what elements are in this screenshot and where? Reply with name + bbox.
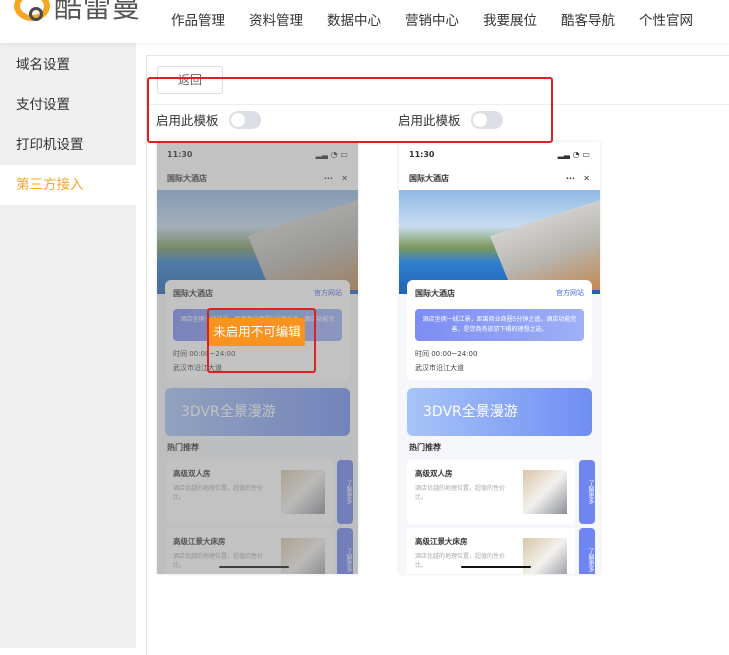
hotel-card: 国际大酒店 官方网站 酒店坐拥一线江景，距离商业商圈5分钟之遥。酒店功能完善，是…	[407, 280, 592, 380]
logo[interactable]: 酷雷曼	[14, 0, 141, 26]
official-site-link: 官方网站	[556, 289, 584, 297]
close-icon: ✕	[583, 173, 590, 183]
top-header: 酷雷曼 作品管理 资料管理 数据中心 营销中心 我要展位 酷客导航 个性官网	[0, 0, 729, 43]
nav-works[interactable]: 作品管理	[171, 9, 225, 29]
logo-icon	[14, 0, 50, 21]
learn-more-button: 了解更多	[579, 460, 595, 524]
signal-battery-icon: ▂▃ ◔ ▭	[557, 149, 590, 159]
room-desc: 酒店优越的地理位置，超值的性价比。	[415, 485, 506, 501]
status-time: 11:30	[409, 149, 435, 159]
status-bar: 11:30 ▂▃ ◔ ▭	[399, 142, 600, 166]
room-image	[523, 470, 567, 514]
learn-more-button: 了解更多	[579, 528, 595, 574]
nav-website[interactable]: 个性官网	[639, 9, 693, 29]
nav-data[interactable]: 数据中心	[327, 9, 381, 29]
room-card: 高级双人房 酒店优越的地理位置，超值的性价比。 了解更多	[407, 460, 595, 524]
room-image	[523, 538, 567, 574]
sidebar-item-domain[interactable]: 域名设置	[0, 45, 136, 85]
nav-guide[interactable]: 酷客导航	[561, 9, 615, 29]
vr-banner: 3DVR全景漫游	[407, 388, 592, 436]
sidebar: 域名设置 支付设置 打印机设置 第三方接入	[0, 43, 136, 648]
sidebar-item-payment[interactable]: 支付设置	[0, 85, 136, 125]
nav-marketing[interactable]: 营销中心	[405, 9, 459, 29]
nav-materials[interactable]: 资料管理	[249, 9, 303, 29]
hours: 时间 00:00~24:00	[415, 350, 478, 358]
address: 武汉市沿江大道	[415, 364, 464, 372]
highlight-box-toggles	[147, 77, 553, 143]
home-indicator	[461, 566, 531, 568]
highlight-box-label	[207, 308, 316, 373]
sidebar-item-third-party[interactable]: 第三方接入	[0, 165, 136, 205]
hotel-image	[399, 190, 600, 294]
hotel-desc: 酒店坐拥一线江景，距离商业商圈5分钟之遥。酒店功能完善，是您商务旅游下榻的理想之…	[415, 309, 584, 341]
mini-title-bar: 国际大酒店 ··· ✕	[399, 166, 600, 190]
mini-title: 国际大酒店	[409, 173, 449, 183]
sidebar-item-printer[interactable]: 打印机设置	[0, 125, 136, 165]
template-2-preview[interactable]: 11:30 ▂▃ ◔ ▭ 国际大酒店 ··· ✕ 国际大酒店 官方网站 酒店坐拥一线…	[399, 142, 600, 574]
nav-booth[interactable]: 我要展位	[483, 9, 537, 29]
hot-heading: 热门推荐	[409, 443, 441, 452]
more-icon: ···	[565, 173, 575, 183]
top-nav: 作品管理 资料管理 数据中心 营销中心 我要展位 酷客导航 个性官网	[171, 9, 693, 29]
